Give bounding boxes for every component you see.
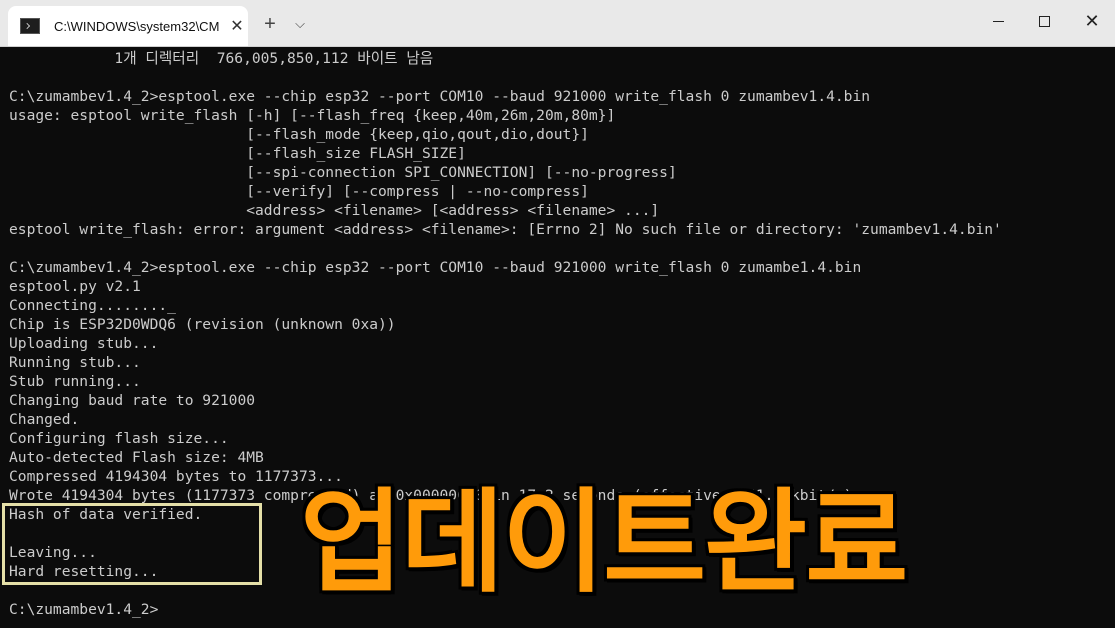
minimize-button[interactable]: [975, 0, 1021, 42]
new-tab-button[interactable]: +: [258, 12, 282, 36]
terminal-tab[interactable]: C:\WINDOWS\system32\CM ✕: [8, 6, 248, 46]
maximize-icon: [1038, 15, 1050, 27]
console-line: usage: esptool write_flash [-h] [--flash…: [9, 107, 616, 124]
console-line: [--flash_mode {keep,qio,qout,dio,dout}]: [9, 126, 589, 143]
console-line: C:\zumambev1.4_2>esptool.exe --chip esp3…: [9, 259, 862, 276]
update-complete-caption: 업데이트완료: [300, 478, 908, 608]
console-line: 1개 디렉터리 766,005,850,112 바이트 남음: [9, 50, 434, 67]
console-line: esptool.py v2.1: [9, 278, 141, 295]
console-line: Compressed 4194304 bytes to 1177373...: [9, 468, 343, 485]
console-line: Changing baud rate to 921000: [9, 392, 256, 409]
console-line: C:\zumambev1.4_2>esptool.exe --chip esp3…: [9, 88, 871, 105]
terminal-icon: [20, 18, 40, 34]
console-line: Changed.: [9, 411, 80, 428]
console-line: Auto-detected Flash size: 4MB: [9, 449, 264, 466]
tab-dropdown-button[interactable]: ⌵: [290, 12, 310, 36]
console-line: [--verify] [--compress | --no-compress]: [9, 183, 589, 200]
console-line: Running stub...: [9, 354, 141, 371]
console-line: esptool write_flash: error: argument <ad…: [9, 221, 1002, 238]
console-line: Configuring flash size...: [9, 430, 229, 447]
minimize-icon: [992, 20, 1004, 22]
console-line: Chip is ESP32D0WDQ6 (revision (unknown 0…: [9, 316, 396, 333]
tab-close-icon[interactable]: ✕: [227, 16, 247, 36]
console-line: [--spi-connection SPI_CONNECTION] [--no-…: [9, 164, 677, 181]
close-button[interactable]: ✕: [1069, 0, 1115, 42]
console-prompt: C:\zumambev1.4_2>: [9, 601, 159, 618]
maximize-button[interactable]: [1021, 0, 1067, 42]
highlight-frame: [2, 503, 262, 585]
console-line: Stub running...: [9, 373, 141, 390]
console-line: [--flash_size FLASH_SIZE]: [9, 145, 466, 162]
console-line: Connecting........_: [9, 297, 176, 314]
title-bar: C:\WINDOWS\system32\CM ✕ + ⌵ ✕: [0, 0, 1115, 47]
tab-title: C:\WINDOWS\system32\CM: [54, 18, 219, 34]
console-line: Uploading stub...: [9, 335, 159, 352]
console-line: <address> <filename> [<address> <filenam…: [9, 202, 660, 219]
